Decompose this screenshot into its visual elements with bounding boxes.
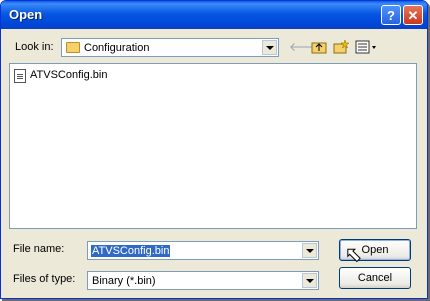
help-button[interactable]: ? — [381, 5, 401, 25]
files-of-type-dropdown-arrow[interactable] — [302, 273, 317, 288]
files-of-type-value: Binary (*.bin) — [92, 275, 156, 287]
look-in-dropdown[interactable]: Configuration — [61, 38, 279, 57]
file-name-input[interactable]: ATVSConfig.bin — [87, 241, 319, 260]
file-name-value: ATVSConfig.bin — [91, 245, 171, 257]
look-in-value: Configuration — [84, 42, 150, 54]
look-in-dropdown-arrow[interactable] — [262, 40, 277, 55]
back-arrow-icon[interactable]: 🡐 — [289, 39, 321, 55]
files-of-type-label: Files of type: — [13, 273, 76, 285]
window-title: Open — [9, 7, 43, 22]
up-folder-icon[interactable] — [311, 39, 327, 55]
file-icon — [14, 69, 26, 83]
new-folder-icon[interactable] — [333, 39, 350, 55]
file-name-dropdown-arrow[interactable] — [302, 243, 317, 258]
mouse-cursor-icon: ⬉ — [345, 244, 363, 266]
files-of-type-dropdown[interactable]: Binary (*.bin) — [87, 271, 319, 290]
open-dialog: Open ? ✕ Look in: Configuration 🡐 ATVSCo… — [0, 0, 428, 299]
file-list[interactable]: ATVSConfig.bin — [9, 63, 417, 229]
title-bar[interactable]: Open ? ✕ — [1, 1, 427, 29]
look-in-label: Look in: — [15, 41, 54, 53]
close-button[interactable]: ✕ — [403, 5, 423, 25]
folder-icon — [66, 42, 80, 53]
file-name: ATVSConfig.bin — [30, 69, 108, 81]
cancel-button[interactable]: Cancel — [339, 267, 411, 289]
view-menu-icon[interactable] — [355, 39, 379, 55]
file-name-label: File name: — [13, 243, 65, 255]
